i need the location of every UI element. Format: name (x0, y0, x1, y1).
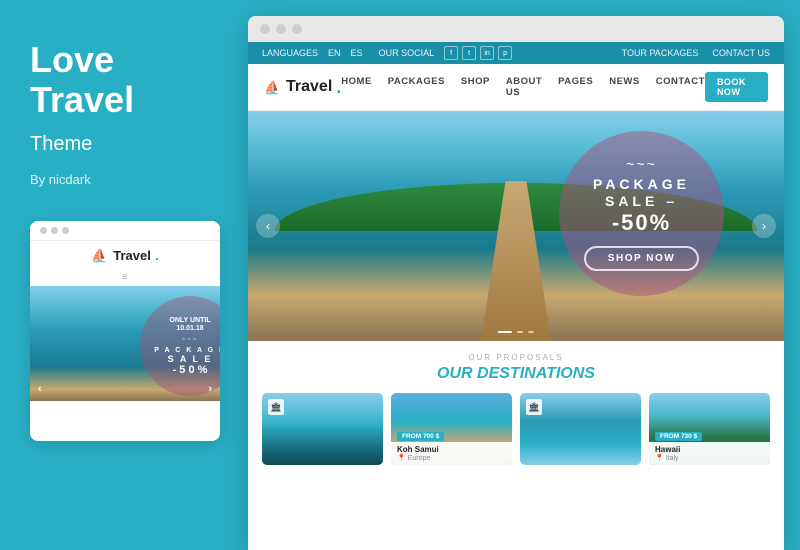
nav-packages[interactable]: PACKAGES (388, 76, 445, 98)
mobile-logo-text: Travel (113, 248, 151, 263)
dest-card-1[interactable]: 🏛 (262, 393, 383, 465)
lang-es[interactable]: ES (351, 48, 363, 58)
mobile-until-label: ONLY UNTIL 10.01.18 (169, 317, 210, 334)
dest-card-3-icon: 🏛 (526, 399, 542, 415)
twitter-icon[interactable]: t (462, 46, 476, 60)
pinterest-icon[interactable]: p (498, 46, 512, 60)
mobile-hero-section: ONLY UNTIL 10.01.18 ~~~ P A C K A G E S … (30, 286, 220, 401)
mobile-chrome-bar (30, 221, 220, 241)
destinations-title: OUR DESTINATIONS (262, 365, 770, 383)
shop-now-button[interactable]: SHOP NOW (584, 246, 699, 271)
social-label: OUR SOCIAL (379, 48, 435, 58)
browser-dot-1 (260, 24, 270, 34)
nav-home[interactable]: HOME (341, 76, 372, 98)
nav-pages[interactable]: PAGES (558, 76, 593, 98)
book-now-button[interactable]: BOOK NOW (705, 72, 768, 102)
hero-dot-1[interactable] (498, 331, 512, 333)
dest-card-2-price: FROM 700 $ (397, 432, 444, 441)
tour-packages-link[interactable]: TOUR PACKAGES (622, 48, 699, 58)
mobile-logo-dot: . (155, 247, 159, 263)
hero-promo-circle: ~~~ PACKAGE SALE – -50% SHOP NOW (559, 131, 724, 296)
nav-shop[interactable]: SHOP (461, 76, 490, 98)
linkedin-icon[interactable]: in (480, 46, 494, 60)
theme-title: LoveTravel (30, 40, 218, 119)
dest-card-2[interactable]: FROM 700 $ Koh Samui 📍 Europe (391, 393, 512, 465)
theme-subtitle: Theme (30, 133, 218, 156)
mobile-package-label: P A C K A G E (154, 347, 220, 354)
destinations-section: OUR PROPOSALS OUR DESTINATIONS 🏛 FROM 70… (248, 341, 784, 473)
dest-card-2-name: Koh Samui (397, 445, 506, 454)
mobile-nav-arrows: ‹ › (30, 383, 220, 395)
site-main-nav: Travel . HOME PACKAGES SHOP ABOUT US PAG… (248, 64, 784, 111)
mobile-dots (40, 227, 69, 234)
desktop-browser: LANGUAGES EN ES OUR SOCIAL f t in p TOUR… (248, 16, 784, 550)
dest-card-4-price: FROM 730 $ (655, 432, 702, 441)
mobile-arrow-right[interactable]: › (208, 383, 212, 395)
nav-news[interactable]: NEWS (609, 76, 640, 98)
mobile-arrow-left[interactable]: ‹ (38, 383, 42, 395)
logo-text: Travel (286, 78, 332, 96)
browser-dot-2 (276, 24, 286, 34)
site-top-bar: LANGUAGES EN ES OUR SOCIAL f t in p TOUR… (248, 42, 784, 64)
hero-dot-3[interactable] (528, 331, 534, 333)
browser-dot-3 (292, 24, 302, 34)
dot-3 (62, 227, 69, 234)
destinations-section-label: OUR PROPOSALS (262, 353, 770, 362)
hero-package-label: PACKAGE SALE – (593, 176, 690, 210)
browser-chrome (248, 16, 784, 42)
destination-cards: 🏛 FROM 700 $ Koh Samui 📍 Europe 🏛 (262, 393, 770, 465)
dest-card-1-icon: 🏛 (268, 399, 284, 415)
top-bar-right: TOUR PACKAGES CONTACT US (622, 48, 770, 58)
mobile-wave: ~~~ (182, 337, 199, 343)
lang-en[interactable]: EN (328, 48, 341, 58)
language-label: LANGUAGES (262, 48, 318, 58)
hero-pct-label: -50% (612, 210, 671, 236)
social-icons-group: f t in p (444, 46, 512, 60)
facebook-icon[interactable]: f (444, 46, 458, 60)
mobile-preview: Travel . ≡ ONLY UNTIL 10.01.18 ~~~ P A C… (30, 221, 220, 441)
theme-author: By nicdark (30, 172, 218, 187)
dest-card-4-location: 📍 Italy (655, 454, 764, 462)
mobile-logo-bar: Travel . (30, 241, 220, 269)
hero-section: ~~~ PACKAGE SALE – -50% SHOP NOW ‹ › (248, 111, 784, 341)
logo-icon (264, 79, 282, 95)
dot-1 (40, 227, 47, 234)
top-bar-left: LANGUAGES EN ES OUR SOCIAL f t in p (262, 46, 512, 60)
nav-links: HOME PACKAGES SHOP ABOUT US PAGES NEWS C… (341, 76, 705, 98)
nav-about[interactable]: ABOUT US (506, 76, 542, 98)
left-panel: LoveTravel Theme By nicdark Travel . ≡ O… (0, 0, 248, 550)
dot-2 (51, 227, 58, 234)
mobile-logo-icon (91, 247, 109, 263)
hero-dot-2[interactable] (517, 331, 523, 333)
dest-card-2-location: 📍 Europe (397, 454, 506, 462)
dest-card-3[interactable]: 🏛 (520, 393, 641, 465)
dest-card-2-info: Koh Samui 📍 Europe (391, 442, 512, 465)
hero-arrow-right[interactable]: › (752, 214, 776, 238)
dest-card-4-info: Hawaii 📍 Italy (649, 442, 770, 465)
hero-wave-icon: ~~~ (626, 156, 657, 172)
mobile-pct-label: - 5 0 % (173, 364, 208, 376)
hero-pagination-dots (498, 331, 534, 333)
mobile-sale-label: S A L E (168, 354, 213, 364)
site-logo: Travel . (264, 77, 341, 98)
dest-card-4[interactable]: FROM 730 $ Hawaii 📍 Italy (649, 393, 770, 465)
mobile-promo-circle: ONLY UNTIL 10.01.18 ~~~ P A C K A G E S … (140, 296, 220, 396)
hero-arrow-left[interactable]: ‹ (256, 214, 280, 238)
dest-card-4-name: Hawaii (655, 445, 764, 454)
nav-contact[interactable]: CONTACT (656, 76, 705, 98)
contact-us-link[interactable]: CONTACT US (712, 48, 770, 58)
mobile-hamburger-icon: ≡ (30, 269, 220, 286)
destinations-title-accent: DESTINATIONS (477, 365, 595, 382)
